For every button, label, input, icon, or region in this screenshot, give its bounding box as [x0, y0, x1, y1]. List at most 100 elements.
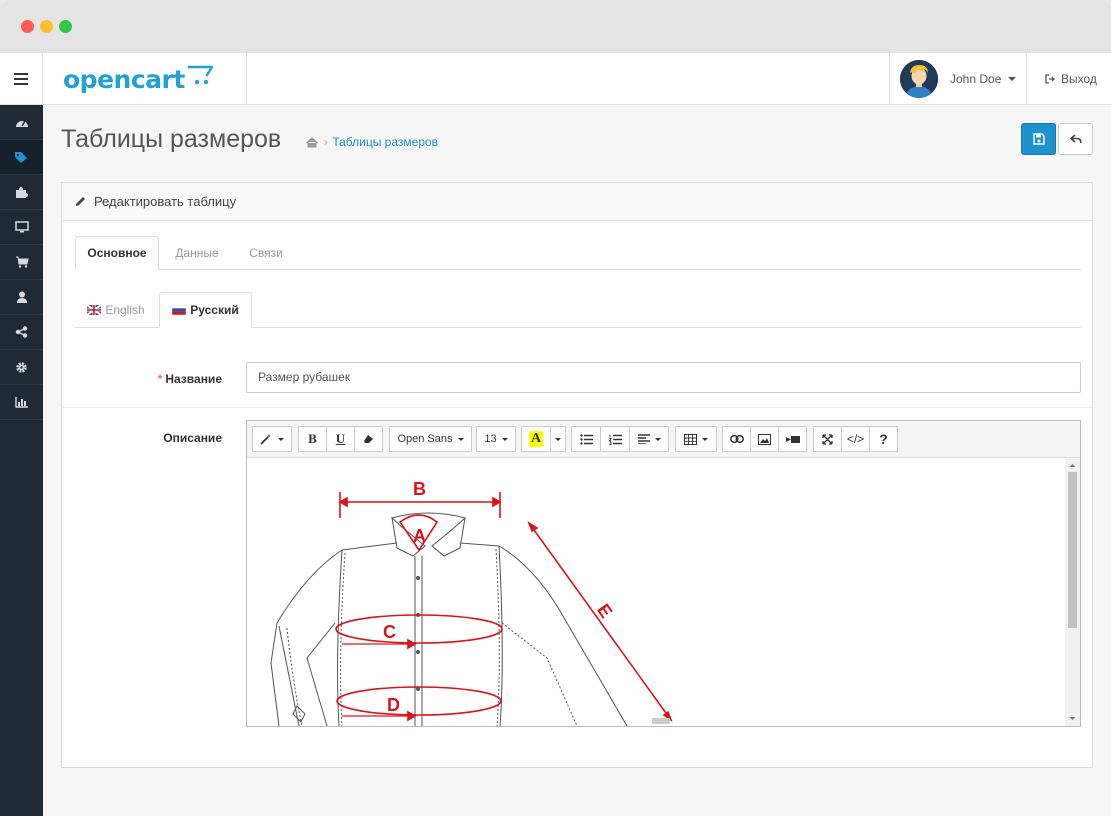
description-field-label: Описание	[163, 431, 222, 445]
table-icon	[684, 433, 697, 445]
clear-format-button[interactable]	[354, 426, 383, 452]
name-input[interactable]: Размер рубашек	[246, 362, 1081, 393]
chevron-down-icon	[1008, 77, 1017, 81]
font-family-dropdown[interactable]: Open Sans	[389, 426, 472, 452]
tags-icon	[15, 151, 27, 163]
user-menu[interactable]: John Doe	[889, 53, 1026, 105]
fullscreen-button[interactable]	[813, 426, 842, 452]
diagram-label-a: A	[413, 526, 426, 546]
text-color-button[interactable]: A	[521, 426, 551, 452]
scroll-up-arrow-icon[interactable]	[1065, 460, 1080, 470]
text-color-dropdown-button[interactable]	[550, 426, 566, 452]
browser-window: opencart John Doe Выход Таблицы размеров…	[0, 0, 1111, 816]
save-button[interactable]	[1021, 123, 1056, 155]
panel-heading: Редактировать таблицу	[62, 183, 1092, 221]
tab-language-english[interactable]: English	[75, 292, 157, 328]
main-tabs: Основное Данные Связи	[75, 236, 1081, 270]
sidebar-item-marketing[interactable]	[0, 315, 43, 350]
logo-text: opencart	[63, 64, 185, 94]
name-label-text: Название	[165, 372, 222, 386]
table-dropdown-button[interactable]	[675, 426, 717, 452]
unordered-list-button[interactable]	[571, 426, 601, 452]
avatar	[900, 60, 938, 98]
sidebar-item-catalog[interactable]	[0, 140, 43, 175]
floppy-icon	[1032, 133, 1045, 145]
link-icon	[729, 435, 744, 443]
magic-wand-icon	[260, 434, 271, 445]
help-button[interactable]: ?	[869, 426, 898, 452]
main-content: Таблицы размеров › Таблицы размеров Реда…	[43, 105, 1111, 816]
editor-toolbar: B U Open Sans 13 A </> ?	[247, 421, 1080, 458]
tab-general[interactable]: Основное	[75, 236, 159, 270]
user-name: John Doe	[950, 72, 1002, 86]
sign-out-icon	[1045, 74, 1055, 84]
editor-scrollbar[interactable]	[1065, 458, 1080, 726]
scroll-down-arrow-icon[interactable]	[1065, 714, 1080, 724]
back-button[interactable]	[1058, 123, 1093, 155]
rich-text-editor[interactable]: B U Open Sans 13 A </> ? B A C D E	[246, 420, 1081, 727]
name-field-label: * Название	[142, 372, 222, 386]
eraser-icon	[364, 435, 373, 443]
scrollbar-thumb[interactable]	[1068, 472, 1077, 628]
font-family-value: Open Sans	[397, 433, 453, 445]
editor-content-area[interactable]: B A C D E	[247, 458, 1080, 726]
language-label-russian: Русский	[190, 303, 239, 317]
picture-icon	[758, 433, 771, 445]
list-ol-icon	[608, 434, 622, 445]
home-icon[interactable]	[305, 136, 319, 148]
sidebar-item-customers[interactable]	[0, 280, 43, 315]
underline-button[interactable]: U	[326, 426, 355, 452]
text-color-label: A	[528, 431, 544, 447]
sidebar-item-design[interactable]	[0, 210, 43, 245]
editor-resize-handle[interactable]	[652, 718, 670, 724]
sidebar-item-reports[interactable]	[0, 385, 43, 420]
reply-icon	[1069, 134, 1082, 144]
maximize-window-button[interactable]	[59, 20, 72, 33]
share-icon	[15, 326, 28, 338]
tab-data[interactable]: Данные	[161, 236, 233, 270]
window-titlebar	[0, 0, 1111, 53]
fullscreen-icon	[822, 433, 833, 445]
top-header: opencart John Doe Выход	[0, 53, 1111, 105]
user-icon	[16, 291, 27, 303]
cart-logo-icon	[187, 65, 214, 85]
paragraph-align-dropdown[interactable]	[629, 426, 669, 452]
breadcrumb-current-link[interactable]: Таблицы размеров	[332, 135, 438, 149]
tab-language-russian[interactable]: Русский	[159, 292, 252, 328]
diagram-label-e: E	[593, 600, 616, 621]
close-window-button[interactable]	[21, 20, 34, 33]
logo[interactable]: opencart	[43, 53, 247, 105]
diagram-label-d: D	[387, 695, 400, 715]
insert-link-button[interactable]	[722, 426, 751, 452]
user-avatar-icon	[900, 60, 938, 98]
breadcrumb-separator: ›	[324, 136, 328, 148]
uk-flag-icon	[87, 305, 102, 315]
cog-icon	[16, 361, 27, 373]
font-size-dropdown[interactable]: 13	[476, 426, 516, 452]
puzzle-icon	[16, 186, 28, 198]
cart-icon	[15, 256, 29, 268]
bold-button[interactable]: B	[298, 426, 327, 452]
russia-flag-icon	[172, 305, 187, 315]
ordered-list-button[interactable]	[600, 426, 630, 452]
shirt-size-diagram: B A C D E	[270, 479, 673, 726]
dashboard-icon	[15, 120, 28, 127]
style-dropdown-button[interactable]	[252, 426, 292, 452]
sidebar-item-dashboard[interactable]	[0, 105, 43, 140]
align-left-icon	[637, 434, 650, 444]
sidebar	[0, 105, 43, 816]
code-view-button[interactable]: </>	[841, 426, 870, 452]
language-label-english: English	[105, 303, 145, 317]
panel-heading-title: Редактировать таблицу	[94, 194, 237, 209]
insert-video-button[interactable]	[778, 426, 807, 452]
hamburger-icon	[14, 73, 28, 85]
sidebar-item-extensions[interactable]	[0, 175, 43, 210]
logout-link[interactable]: Выход	[1026, 53, 1111, 105]
sidebar-item-system[interactable]	[0, 350, 43, 385]
insert-image-button[interactable]	[750, 426, 779, 452]
tab-links[interactable]: Связи	[235, 236, 297, 270]
minimize-window-button[interactable]	[40, 20, 53, 33]
menu-toggle-button[interactable]	[0, 53, 43, 105]
sidebar-item-sales[interactable]	[0, 245, 43, 280]
page-title: Таблицы размеров	[61, 125, 282, 153]
